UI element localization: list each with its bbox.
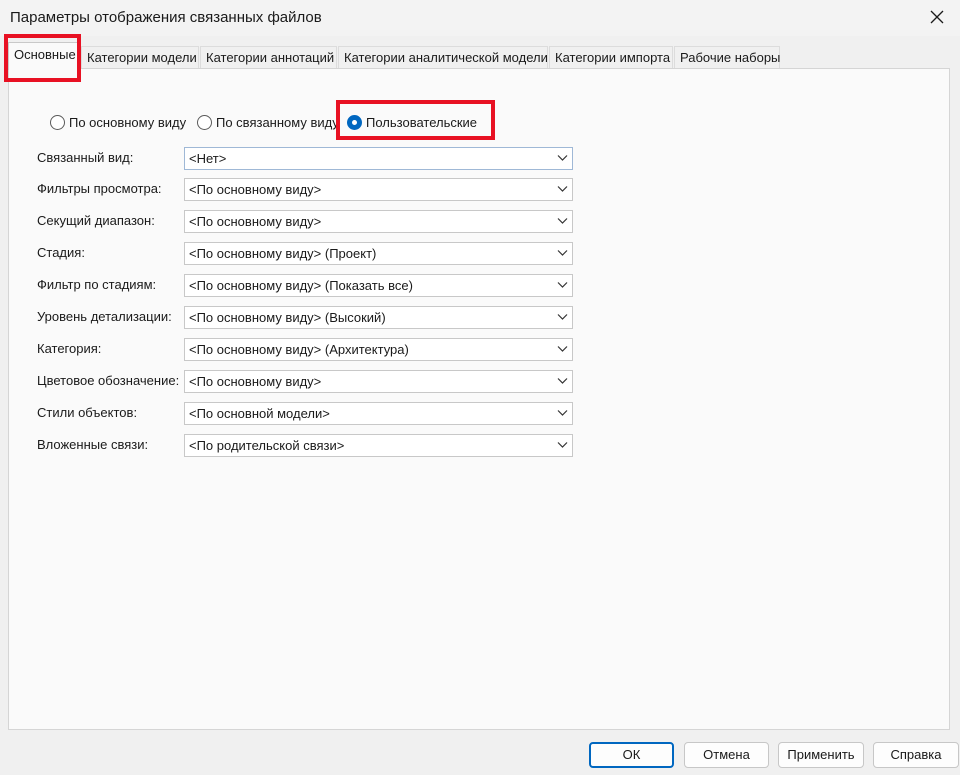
radio-label: По основному виду: [69, 115, 187, 130]
close-button[interactable]: [914, 0, 960, 34]
close-icon: [930, 10, 944, 24]
tab-worksets[interactable]: Рабочие наборы: [674, 46, 780, 68]
chevron-down-icon: [557, 250, 568, 256]
setting-label: Уровень детализации:: [37, 309, 172, 324]
highlight-box-custom: [336, 100, 495, 140]
help-button[interactable]: Справка: [873, 742, 959, 768]
highlight-box-tab: [4, 34, 81, 82]
setting-label: Цветовое обозначение:: [37, 373, 180, 388]
chevron-down-icon: [557, 346, 568, 352]
object-styles-dropdown[interactable]: <По основной модели>: [184, 402, 573, 425]
dropdown-value: <По основной модели>: [189, 406, 330, 421]
dropdown-value: <По основному виду>: [189, 182, 322, 197]
dropdown-value: <По основному виду> (Проект): [189, 246, 377, 261]
dropdown-value: <По основному виду>: [189, 374, 322, 389]
title-bar: Параметры отображения связанных файлов: [0, 0, 960, 36]
setting-label: Связанный вид:: [37, 150, 134, 165]
radio-label: По связанному виду: [216, 115, 339, 130]
radio-circle-icon: [197, 115, 212, 130]
radio-circle-icon: [50, 115, 65, 130]
nested-links-dropdown[interactable]: <По родительской связи>: [184, 434, 573, 457]
phase-dropdown[interactable]: <По основному виду> (Проект): [184, 242, 573, 265]
tab-model-categories[interactable]: Категории модели: [81, 46, 199, 68]
setting-label: Стили объектов:: [37, 405, 138, 420]
dropdown-value: <По основному виду> (Высокий): [189, 310, 386, 325]
tab-import-categories[interactable]: Категории импорта: [549, 46, 673, 68]
chevron-down-icon: [557, 442, 568, 448]
view-range-dropdown[interactable]: <По основному виду>: [184, 210, 573, 233]
view-filters-dropdown[interactable]: <По основному виду>: [184, 178, 573, 201]
chevron-down-icon: [557, 186, 568, 192]
tab-analytical-model-categories[interactable]: Категории аналитической модели: [338, 46, 548, 68]
chevron-down-icon: [557, 155, 568, 161]
ok-button[interactable]: ОК: [589, 742, 674, 768]
dialog-title: Параметры отображения связанных файлов: [10, 9, 322, 26]
cancel-button[interactable]: Отмена: [684, 742, 769, 768]
detail-level-dropdown[interactable]: <По основному виду> (Высокий): [184, 306, 573, 329]
chevron-down-icon: [557, 410, 568, 416]
setting-label: Фильтры просмотра:: [37, 181, 162, 196]
setting-label: Вложенные связи:: [37, 437, 149, 452]
dropdown-value: <По основному виду>: [189, 214, 322, 229]
chevron-down-icon: [557, 378, 568, 384]
setting-label: Категория:: [37, 341, 102, 356]
chevron-down-icon: [557, 218, 568, 224]
dropdown-value: <Нет>: [189, 151, 227, 166]
setting-label: Секущий диапазон:: [37, 213, 155, 228]
setting-label: Фильтр по стадиям:: [37, 277, 157, 292]
radio-linked-view[interactable]: По связанному виду: [197, 115, 339, 130]
tab-annotation-categories[interactable]: Категории аннотаций: [200, 46, 337, 68]
discipline-dropdown[interactable]: <По основному виду> (Архитектура): [184, 338, 573, 361]
setting-label: Стадия:: [37, 245, 85, 260]
apply-button[interactable]: Применить: [778, 742, 864, 768]
linked-view-dropdown[interactable]: <Нет>: [184, 147, 573, 170]
dropdown-value: <По родительской связи>: [189, 438, 345, 453]
radio-host-view[interactable]: По основному виду: [50, 115, 186, 130]
chevron-down-icon: [557, 282, 568, 288]
dropdown-value: <По основному виду> (Показать все): [189, 278, 413, 293]
chevron-down-icon: [557, 314, 568, 320]
color-fill-dropdown[interactable]: <По основному виду>: [184, 370, 573, 393]
phase-filter-dropdown[interactable]: <По основному виду> (Показать все): [184, 274, 573, 297]
dropdown-value: <По основному виду> (Архитектура): [189, 342, 409, 357]
